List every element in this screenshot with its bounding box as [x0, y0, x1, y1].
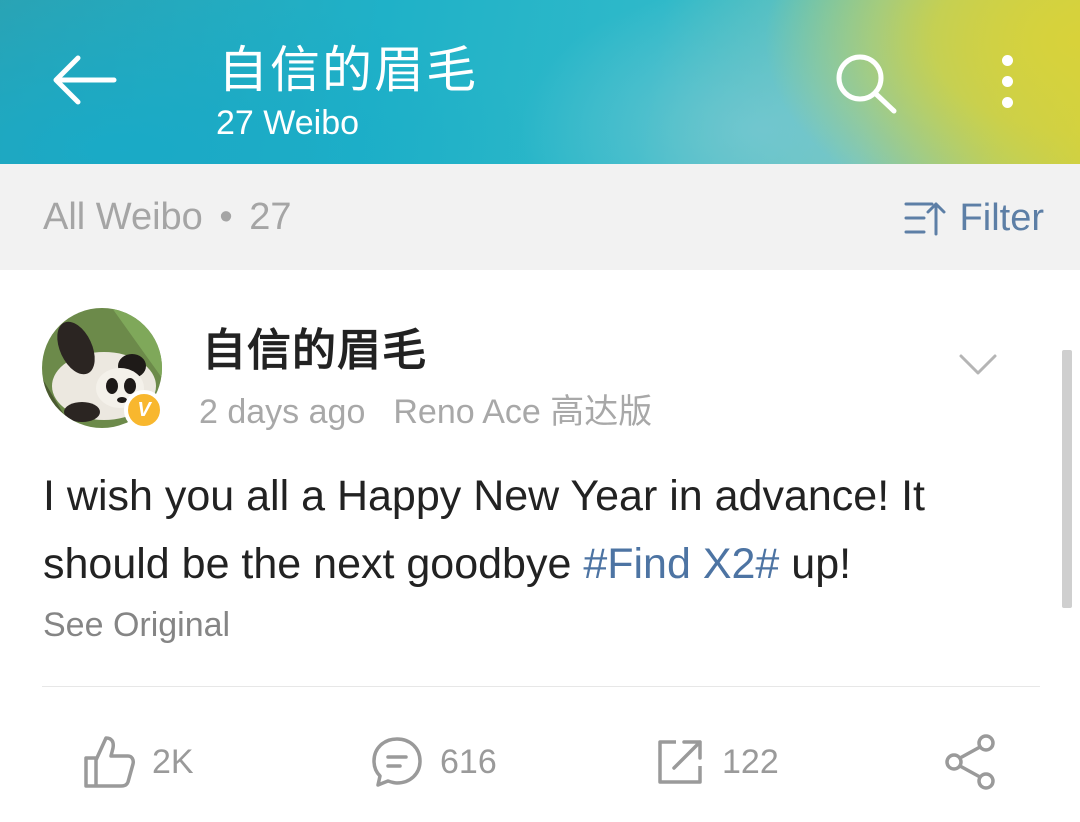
- repost-icon: [658, 740, 702, 784]
- post-device: Reno Ace 高达版: [393, 393, 653, 431]
- weibo-post-card: V 自信的眉毛 2 days ago Reno Ace 高达版 I wish yo…: [0, 270, 1080, 822]
- filter-bar: All Weibo • 27 Filter: [0, 164, 1080, 270]
- comment-count: 616: [440, 742, 497, 781]
- share-icon: [945, 734, 995, 790]
- chevron-down-icon: [959, 354, 997, 375]
- like-count: 2K: [152, 742, 194, 781]
- search-icon: [836, 54, 897, 114]
- comment-icon: [372, 737, 422, 787]
- post-actions: 2K 616 122: [0, 686, 1080, 822]
- post-text-end: up!: [779, 540, 852, 588]
- back-arrow-icon: [53, 55, 117, 105]
- post-time: 2 days ago: [199, 393, 366, 431]
- verified-badge: V: [124, 390, 164, 430]
- share-button[interactable]: [940, 726, 1016, 798]
- like-button[interactable]: 2K: [82, 726, 194, 798]
- top-app-bar: 自信的眉毛 27 Weibo: [0, 0, 1080, 164]
- search-button[interactable]: [832, 50, 902, 116]
- post-meta: 2 days ago Reno Ace 高达版: [199, 384, 652, 433]
- all-weibo-label: All Weibo: [43, 196, 203, 238]
- separator-dot: •: [219, 196, 233, 238]
- filter-icon: [904, 202, 946, 236]
- like-icon: [84, 736, 135, 788]
- post-username[interactable]: 自信的眉毛: [202, 314, 427, 378]
- post-text: I wish you all a Happy New Year in advan…: [43, 462, 1043, 598]
- more-vertical-icon[interactable]: [990, 50, 1024, 114]
- repost-button[interactable]: 122: [654, 726, 779, 798]
- weibo-count: 27 Weibo: [216, 104, 360, 142]
- weibo-total-count: 27: [249, 196, 292, 238]
- see-original-link[interactable]: See Original: [43, 606, 230, 645]
- back-button[interactable]: [48, 48, 120, 112]
- filter-button[interactable]: Filter: [904, 196, 1044, 240]
- filter-label: Filter: [959, 196, 1044, 239]
- page-title: 自信的眉毛: [218, 41, 478, 99]
- repost-count: 122: [722, 742, 779, 781]
- comment-button[interactable]: 616: [370, 726, 497, 798]
- weibo-summary: All Weibo • 27: [43, 196, 292, 239]
- scrollbar[interactable]: [1062, 350, 1072, 608]
- post-options-button[interactable]: [958, 352, 998, 378]
- hashtag-link[interactable]: #Find X2#: [583, 540, 779, 588]
